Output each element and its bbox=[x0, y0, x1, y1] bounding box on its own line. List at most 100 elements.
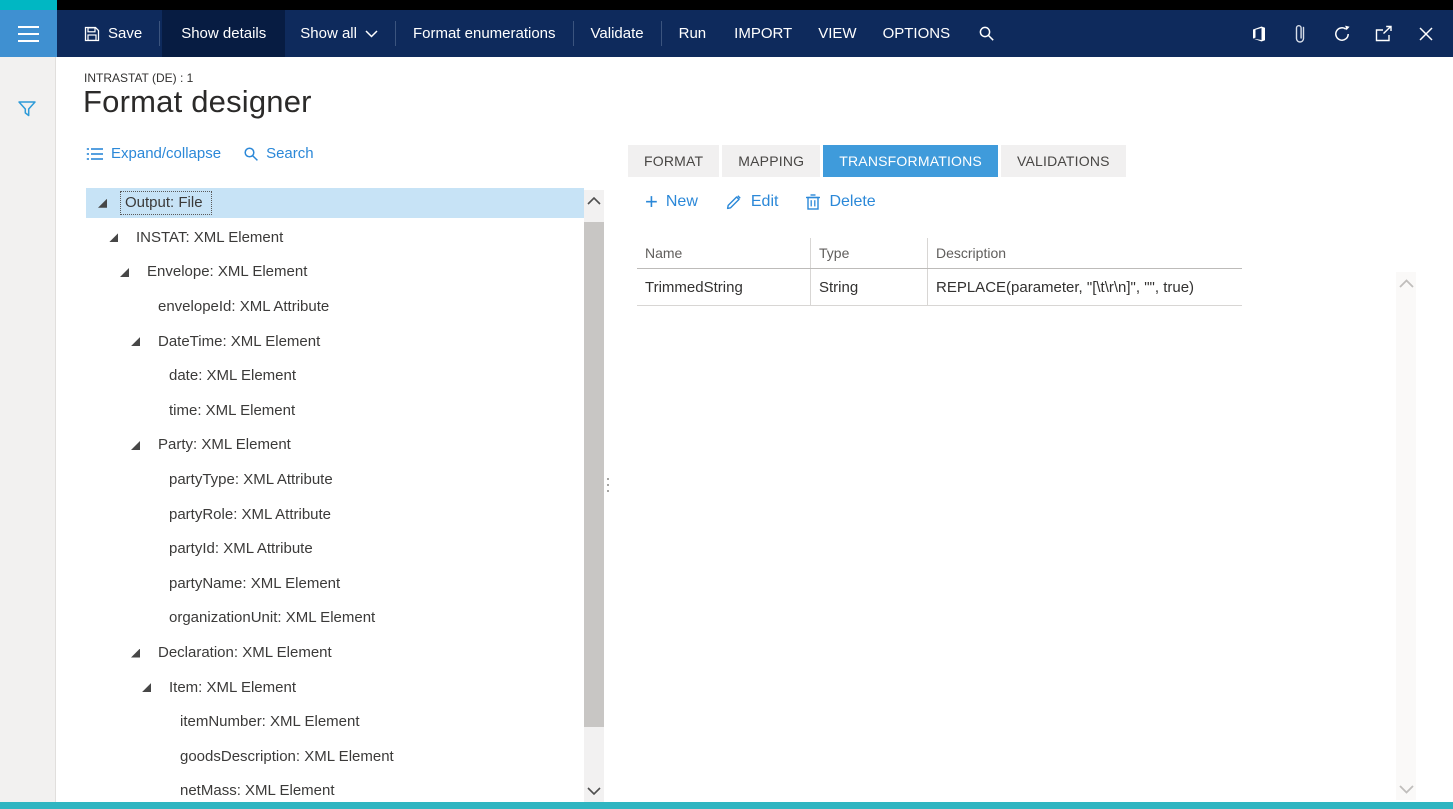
expand-caret-icon[interactable] bbox=[131, 337, 140, 347]
validate-button[interactable]: Validate bbox=[576, 10, 659, 57]
new-button[interactable]: + New bbox=[645, 191, 698, 213]
column-header-name[interactable]: Name bbox=[637, 238, 810, 268]
tree-item[interactable]: Output: File bbox=[86, 186, 584, 221]
tree-item-label: netMass: XML Element bbox=[180, 782, 335, 800]
edit-pencil-icon bbox=[725, 193, 743, 211]
tree-item-label: partyId: XML Attribute bbox=[169, 540, 313, 558]
toolbar-separator bbox=[572, 21, 574, 46]
tree-item[interactable]: partyType: XML Attribute bbox=[86, 463, 584, 498]
open-in-new-window-icon[interactable] bbox=[1363, 10, 1405, 57]
expand-caret-icon[interactable] bbox=[120, 267, 129, 277]
tree-item[interactable]: time: XML Element bbox=[86, 394, 584, 429]
caret-spacer bbox=[142, 614, 151, 623]
delete-button-label: Delete bbox=[829, 193, 876, 210]
tree-item-label: goodsDescription: XML Element bbox=[180, 747, 394, 765]
tree-item-label: Party: XML Element bbox=[158, 436, 291, 454]
tree-item[interactable]: date: XML Element bbox=[86, 359, 584, 394]
scroll-down-icon[interactable] bbox=[587, 783, 601, 799]
command-bar-items: Save Show details Show all Format enumer… bbox=[69, 10, 1237, 57]
tab-mapping[interactable]: MAPPING bbox=[722, 145, 821, 177]
detail-scrollbar[interactable] bbox=[1396, 272, 1416, 800]
column-header-description[interactable]: Description bbox=[927, 238, 1242, 268]
show-all-dropdown[interactable]: Show all bbox=[285, 10, 393, 57]
left-navigation-rail bbox=[0, 57, 56, 802]
tab-format[interactable]: FORMAT bbox=[628, 145, 720, 177]
scroll-up-icon[interactable] bbox=[1398, 275, 1414, 291]
search-icon bbox=[978, 25, 995, 42]
format-enumerations-button[interactable]: Format enumerations bbox=[398, 10, 571, 57]
office-logo-icon[interactable] bbox=[1237, 10, 1279, 57]
window-controls bbox=[1237, 10, 1447, 57]
tree-item[interactable]: goodsDescription: XML Element bbox=[86, 740, 584, 775]
import-menu[interactable]: IMPORT bbox=[721, 10, 805, 57]
new-button-label: New bbox=[665, 193, 698, 210]
hamburger-menu-button[interactable] bbox=[0, 10, 57, 57]
tree-search-button[interactable]: Search bbox=[243, 145, 314, 162]
tab-transformations[interactable]: TRANSFORMATIONS bbox=[823, 145, 998, 177]
column-header-type[interactable]: Type bbox=[810, 238, 927, 268]
table-row[interactable]: TrimmedString String REPLACE(parameter, "[… bbox=[637, 269, 1242, 306]
caret-spacer bbox=[153, 787, 162, 796]
tree-search-label: Search bbox=[266, 145, 314, 162]
caret-spacer bbox=[142, 406, 151, 415]
tree-item[interactable]: DateTime: XML Element bbox=[86, 324, 584, 359]
expand-caret-icon[interactable] bbox=[109, 233, 118, 243]
caret-spacer bbox=[142, 372, 151, 381]
expand-caret-icon[interactable] bbox=[142, 683, 151, 693]
panel-splitter-handle[interactable] bbox=[607, 478, 611, 492]
view-menu-label: VIEW bbox=[818, 25, 857, 42]
tree-item[interactable]: partyId: XML Attribute bbox=[86, 532, 584, 567]
tree-item[interactable]: itemNumber: XML Element bbox=[86, 705, 584, 740]
tree-item[interactable]: Party: XML Element bbox=[86, 428, 584, 463]
trash-icon bbox=[805, 193, 821, 211]
validate-label: Validate bbox=[590, 25, 644, 42]
tree-item[interactable]: partyName: XML Element bbox=[86, 567, 584, 602]
tree-item[interactable]: partyRole: XML Attribute bbox=[86, 497, 584, 532]
teal-accent-corner bbox=[0, 0, 57, 10]
window-top-strip bbox=[0, 0, 1453, 10]
toolbar-search-button[interactable] bbox=[963, 10, 1010, 57]
expand-collapse-button[interactable]: Expand/collapse bbox=[86, 145, 221, 162]
tree-item[interactable]: organizationUnit: XML Element bbox=[86, 601, 584, 636]
options-menu[interactable]: OPTIONS bbox=[870, 10, 964, 57]
save-button[interactable]: Save bbox=[69, 10, 157, 57]
tree-scrollbar-thumb[interactable] bbox=[584, 222, 604, 727]
tree-item-label: INSTAT: XML Element bbox=[136, 228, 284, 246]
caret-spacer bbox=[153, 718, 162, 727]
edit-button[interactable]: Edit bbox=[725, 193, 778, 211]
refresh-icon[interactable] bbox=[1321, 10, 1363, 57]
tree-item[interactable]: envelopeId: XML Attribute bbox=[86, 290, 584, 325]
tree-item[interactable]: Item: XML Element bbox=[86, 670, 584, 705]
tree-item[interactable]: Declaration: XML Element bbox=[86, 636, 584, 671]
tree-scrollbar[interactable] bbox=[584, 190, 604, 802]
search-icon bbox=[243, 146, 259, 162]
tree-item-label: organizationUnit: XML Element bbox=[169, 609, 376, 627]
run-label: Run bbox=[678, 25, 707, 42]
expand-caret-icon[interactable] bbox=[98, 198, 107, 208]
filter-funnel-icon[interactable] bbox=[15, 97, 39, 121]
transformations-table-header: Name Type Description bbox=[637, 238, 1242, 269]
attach-icon[interactable] bbox=[1279, 10, 1321, 57]
close-icon[interactable] bbox=[1405, 10, 1447, 57]
run-button[interactable]: Run bbox=[664, 10, 722, 57]
tree-item-label: Output: File bbox=[120, 191, 212, 216]
format-enumerations-label: Format enumerations bbox=[412, 25, 556, 42]
caret-spacer bbox=[131, 303, 140, 312]
list-icon bbox=[86, 147, 104, 161]
tree-item-label: date: XML Element bbox=[169, 367, 297, 385]
expand-caret-icon[interactable] bbox=[131, 440, 140, 450]
detail-scrollbar-track[interactable] bbox=[1396, 294, 1416, 778]
tab-validations[interactable]: VALIDATIONS bbox=[1000, 145, 1126, 177]
tree-item[interactable]: INSTAT: XML Element bbox=[86, 221, 584, 256]
view-menu[interactable]: VIEW bbox=[805, 10, 869, 57]
delete-button[interactable]: Delete bbox=[805, 193, 876, 211]
tree-scrollbar-track[interactable] bbox=[584, 212, 604, 780]
scroll-up-icon[interactable] bbox=[587, 193, 601, 209]
floppy-disk-icon bbox=[84, 26, 100, 42]
tree-item-label: time: XML Element bbox=[169, 401, 296, 419]
show-details-button[interactable]: Show details bbox=[162, 10, 286, 57]
scroll-down-icon[interactable] bbox=[1398, 781, 1414, 797]
tree-item[interactable]: Envelope: XML Element bbox=[86, 255, 584, 290]
expand-caret-icon[interactable] bbox=[131, 648, 140, 658]
caret-spacer bbox=[153, 752, 162, 761]
